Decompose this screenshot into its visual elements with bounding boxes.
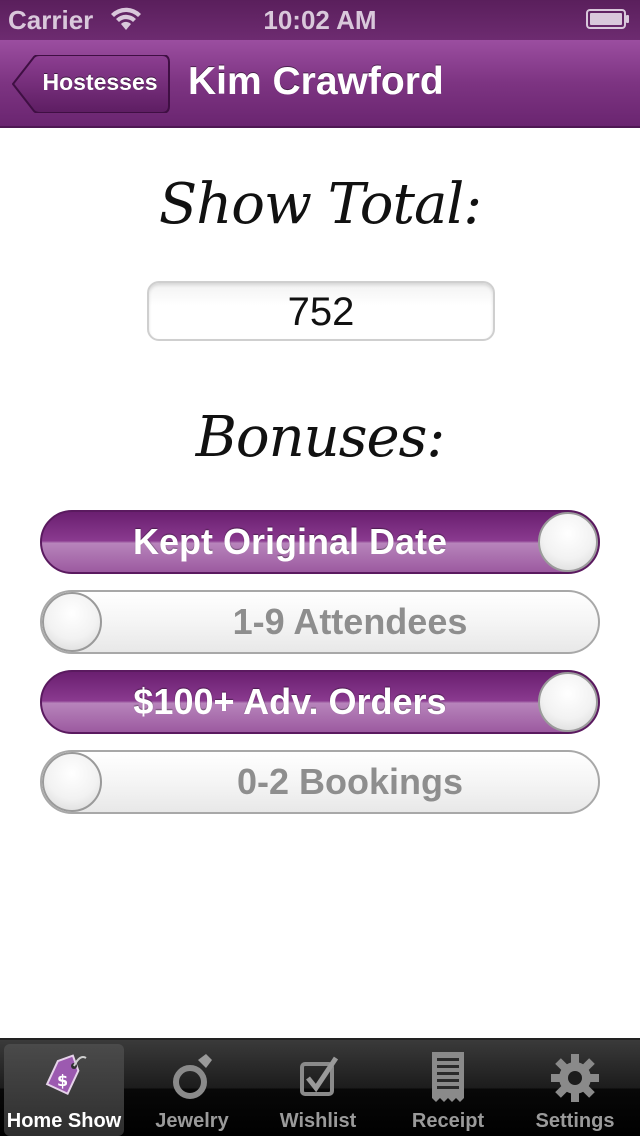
toggle-knob[interactable] <box>42 752 102 812</box>
tab-wishlist[interactable]: Wishlist <box>258 1044 378 1136</box>
tab-bar: $ Home Show Jewelry Wishlist Receipt Set… <box>0 1038 640 1136</box>
clock-time: 10:02 AM <box>263 5 377 35</box>
toggle-knob[interactable] <box>538 512 598 572</box>
tab-settings[interactable]: Settings <box>515 1044 635 1136</box>
show-total-heading: Show Total: <box>158 172 482 237</box>
bonus-toggle-attendees[interactable]: 1-9 Attendees <box>40 590 600 654</box>
checkbox-icon <box>300 1056 339 1096</box>
battery-icon <box>586 9 629 29</box>
tab-home-show[interactable]: $ Home Show <box>4 1044 124 1136</box>
back-button[interactable]: Hostesses <box>12 55 170 113</box>
ring-icon <box>173 1054 212 1099</box>
tab-jewelry[interactable]: Jewelry <box>132 1044 252 1136</box>
bonus-toggle-bookings[interactable]: 0-2 Bookings <box>40 750 600 814</box>
bonus-toggle-label: 1-9 Attendees <box>232 601 468 642</box>
tab-label: Settings <box>535 1110 615 1132</box>
bonus-toggle-adv-orders[interactable]: $100+ Adv. Orders <box>40 670 600 734</box>
bonus-toggle-label: Kept Original Date <box>132 521 448 562</box>
page-title: Kim Crawford <box>188 60 444 103</box>
bonus-toggle-label: $100+ Adv. Orders <box>133 681 447 722</box>
toggle-knob[interactable] <box>538 672 598 732</box>
tab-receipt[interactable]: Receipt <box>388 1044 508 1136</box>
gear-icon <box>551 1054 599 1102</box>
tab-label: Receipt <box>411 1110 485 1132</box>
tab-label: Jewelry <box>155 1110 229 1132</box>
show-total-field[interactable]: 752 <box>147 281 495 341</box>
bonus-toggle-label: 0-2 Bookings <box>236 761 464 802</box>
back-button-label: Hostesses <box>42 69 158 95</box>
navigation-bar: Hostesses Kim Crawford <box>0 40 640 128</box>
price-tag-icon: $ <box>45 1054 87 1096</box>
status-bar: Carrier 10:02 AM <box>0 0 640 40</box>
svg-text:$: $ <box>57 1071 68 1090</box>
tab-label: Home Show <box>6 1110 122 1132</box>
bonus-toggle-kept-original-date[interactable]: Kept Original Date <box>40 510 600 574</box>
tab-label: Wishlist <box>279 1110 357 1132</box>
bonuses-heading: Bonuses: <box>195 405 445 470</box>
receipt-icon <box>432 1052 464 1102</box>
toggle-knob[interactable] <box>42 592 102 652</box>
